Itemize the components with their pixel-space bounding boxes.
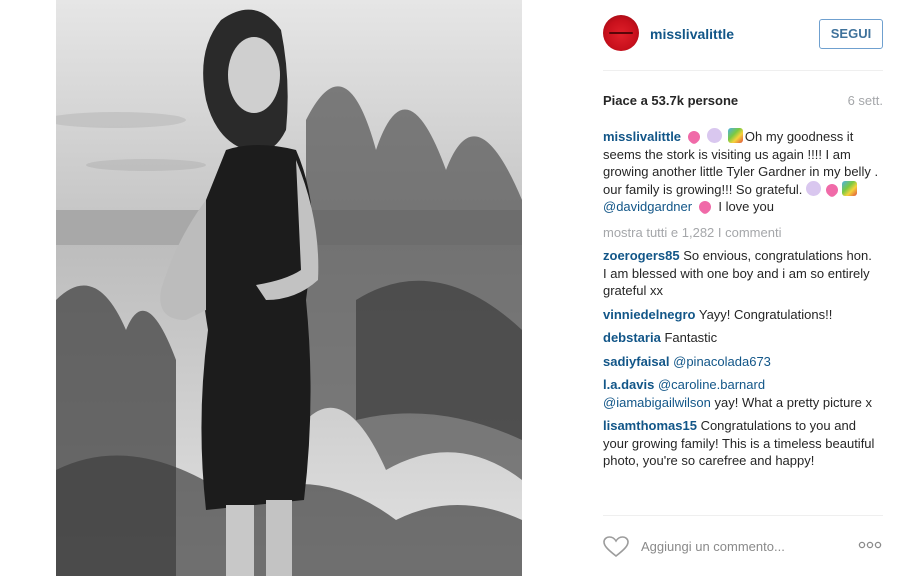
rainbow-emoji [727, 128, 743, 143]
heart-outline-icon[interactable] [603, 536, 629, 558]
comment-username[interactable]: lisamthomas15 [603, 418, 697, 433]
pink-heart-emoji [685, 128, 703, 146]
post-age[interactable]: 6 sett. [848, 93, 883, 108]
comment-mention[interactable]: @iamabigailwilson [603, 395, 711, 410]
comment-username[interactable]: sadiyfaisal [603, 354, 670, 369]
ellipsis-icon[interactable] [858, 540, 882, 550]
comment-username[interactable]: zoerogers85 [603, 248, 680, 263]
comment-username[interactable]: vinniedelnegro [603, 307, 695, 322]
pink-heart-emoji [823, 181, 841, 198]
post-photo[interactable] [56, 0, 522, 576]
pink-heart-emoji [696, 198, 714, 216]
avatar[interactable] [603, 15, 639, 51]
comment: vinniedelnegro Yayy! Congratulations!! [603, 306, 879, 324]
unicorn-emoji [806, 180, 822, 196]
comment: debstaria Fantastic [603, 329, 879, 347]
post-header: misslivalittle SEGUI [588, 0, 888, 70]
post-footer [588, 515, 888, 576]
comment-text: Yayy! Congratulations!! [698, 306, 833, 322]
comment: l.a.davis @caroline.barnard @iamabigailw… [603, 376, 879, 411]
comment: sadiyfaisal @pinacolada673 [603, 353, 879, 371]
comment-username[interactable]: l.a.davis [603, 377, 654, 392]
photo-illustration [56, 0, 522, 576]
unicorn-emoji [707, 128, 723, 143]
comments-list: misslivalittle Oh my goodness it seems t… [603, 128, 879, 476]
caption-username[interactable]: misslivalittle [603, 129, 681, 144]
comment-text: yay! What a pretty picture x [714, 394, 872, 410]
follow-button[interactable]: SEGUI [819, 19, 883, 49]
likes-row: Piace a 53.7k persone 6 sett. [603, 93, 883, 108]
comment-username[interactable]: debstaria [603, 330, 661, 345]
post-details-panel: misslivalittle SEGUI Piace a 53.7k perso… [588, 0, 900, 576]
rainbow-emoji [842, 180, 858, 196]
comment: zoerogers85 So envious, congratulations … [603, 247, 879, 300]
caption-mention[interactable]: @davidgardner [603, 199, 692, 214]
header-username[interactable]: misslivalittle [650, 26, 734, 42]
caption-text-2: I love you [718, 199, 774, 214]
show-all-comments-link[interactable]: mostra tutti e 1,282 I commenti [603, 222, 879, 242]
comment-text: Fantastic [664, 330, 718, 345]
header-divider [603, 70, 883, 71]
comment-mention[interactable]: @pinacolada673 [673, 354, 771, 369]
add-comment-input[interactable] [641, 536, 841, 556]
caption: misslivalittle Oh my goodness it seems t… [603, 128, 879, 216]
likes-count[interactable]: Piace a 53.7k persone [603, 93, 738, 108]
comment-mention[interactable]: @caroline.barnard [658, 377, 765, 392]
comment: lisamthomas15 Congratulations to you and… [603, 417, 879, 470]
